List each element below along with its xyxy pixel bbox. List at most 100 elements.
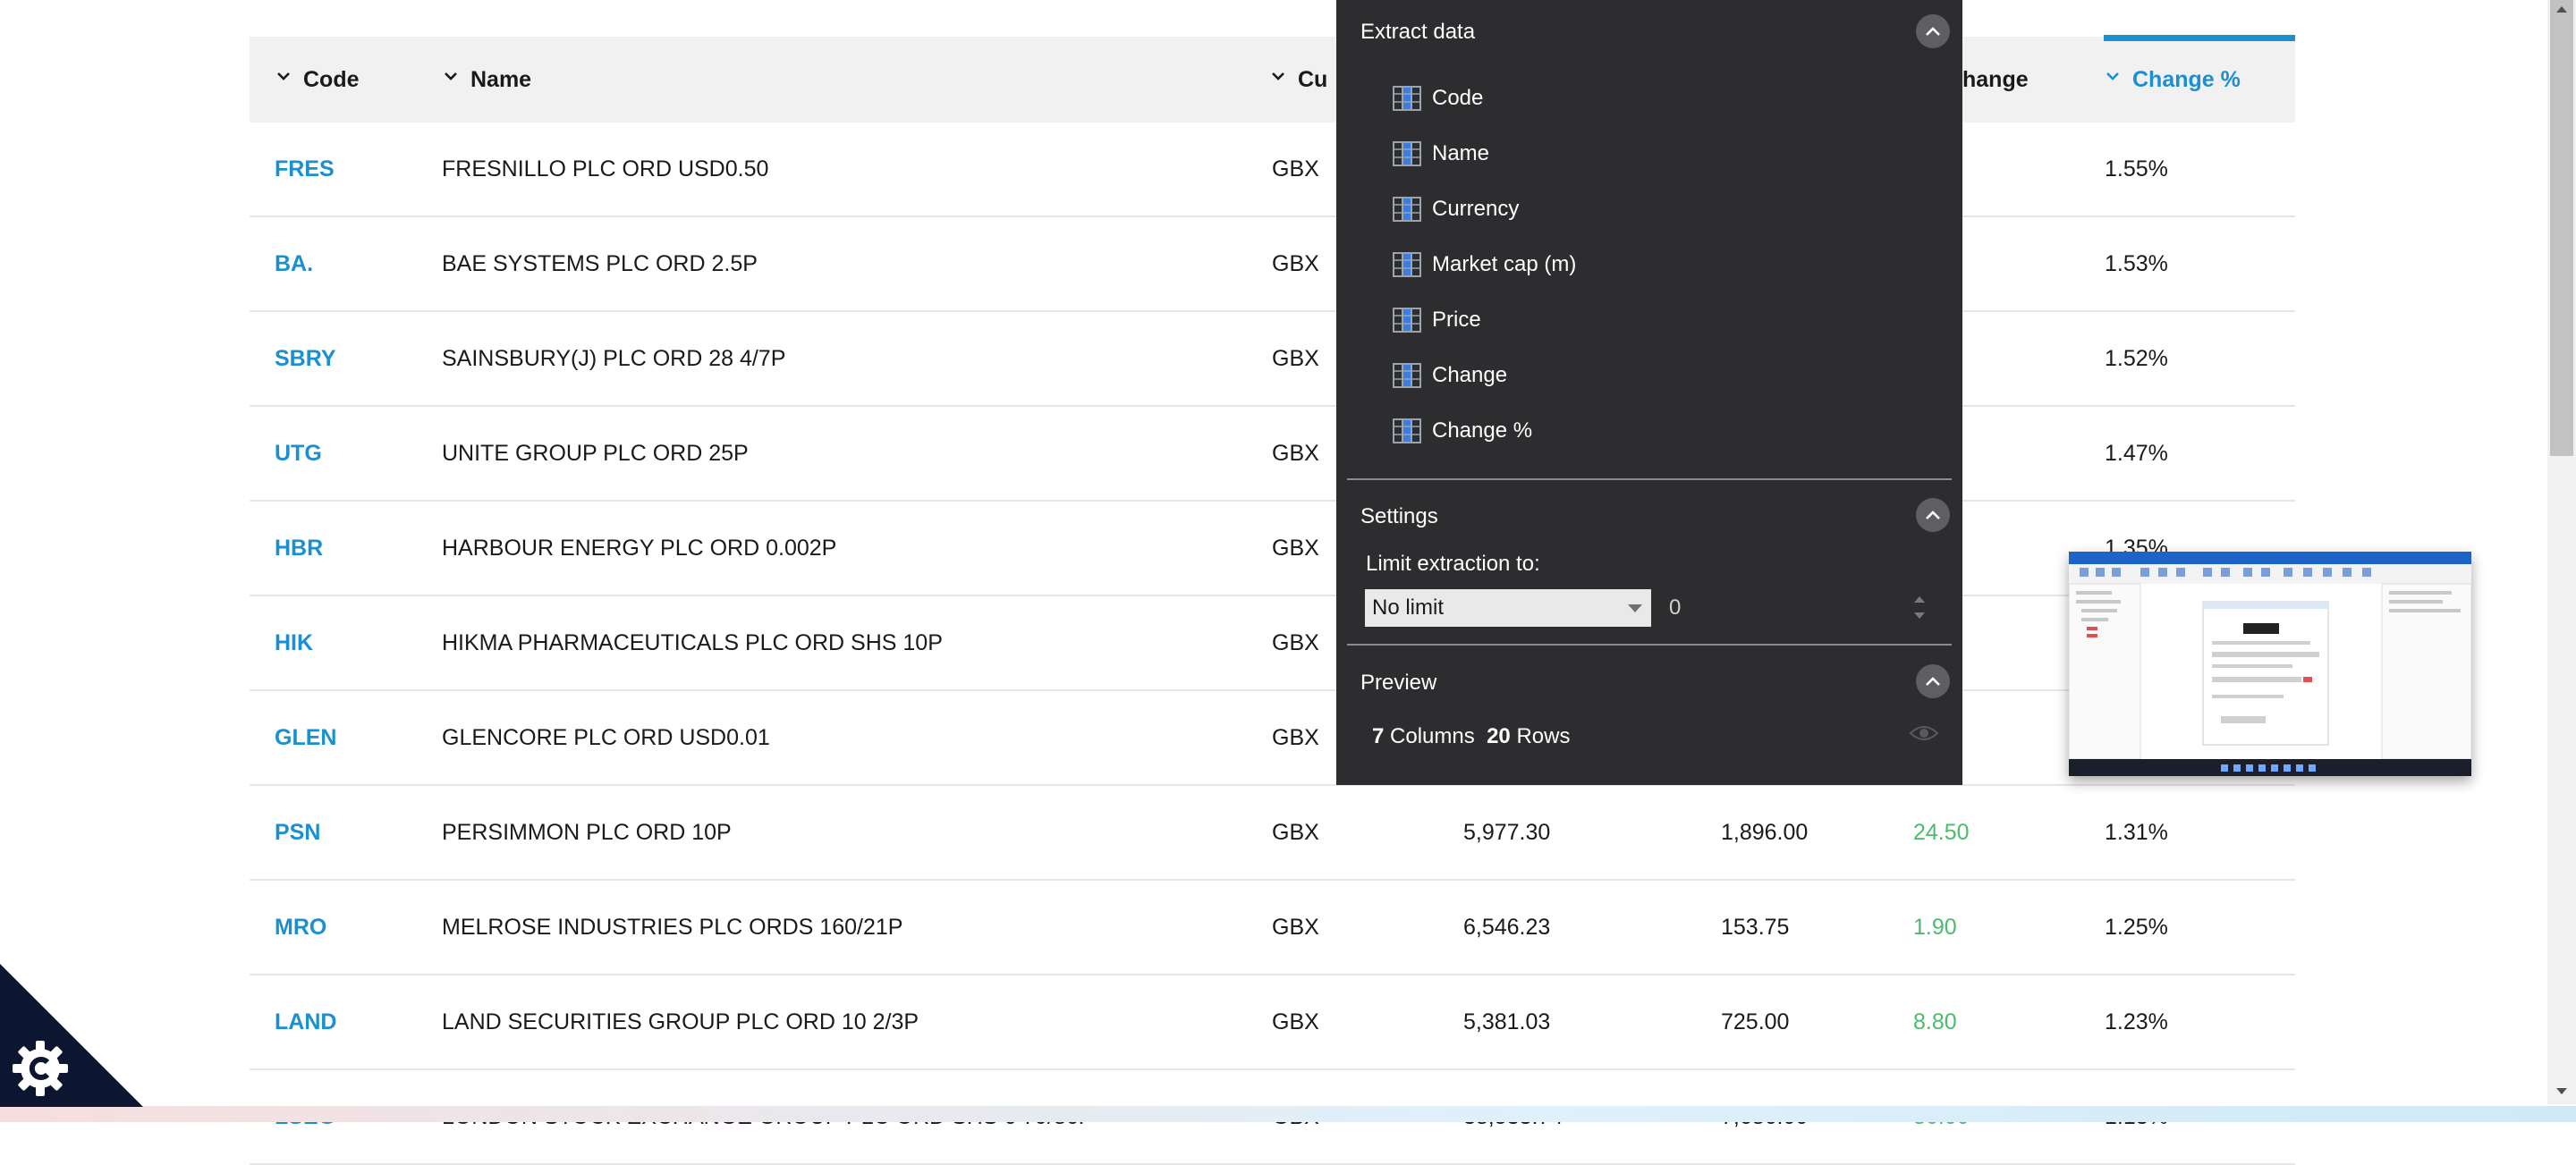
cell-price: 1,896.00	[1721, 820, 1809, 845]
field-label: Price	[1432, 308, 1481, 332]
cell-currency: GBX	[1272, 915, 1319, 940]
field-label: Name	[1432, 141, 1490, 165]
cell-code[interactable]: HBR	[275, 502, 323, 595]
cell-code[interactable]: FRES	[275, 122, 335, 215]
cell-currency: GBX	[1272, 820, 1319, 845]
cell-currency: GBX	[1272, 441, 1319, 466]
limit-select-value: No limit	[1372, 595, 1445, 620]
chevron-down-icon	[1271, 69, 1285, 83]
cell-code[interactable]: GLEN	[275, 691, 336, 784]
column-icon	[1393, 141, 1421, 166]
divider	[1347, 644, 1952, 646]
preview-title: Preview	[1360, 671, 1437, 695]
spin-up-icon[interactable]	[1914, 596, 1925, 603]
cell-name: MELROSE INDUSTRIES PLC ORDS 160/21P	[442, 915, 903, 940]
cell-name: HARBOUR ENERGY PLC ORD 0.002P	[442, 536, 837, 561]
column-header-change-pct[interactable]: Change %	[2106, 37, 2241, 122]
screen-preview-thumbnail[interactable]	[2069, 552, 2471, 776]
cell-currency: GBX	[1272, 725, 1319, 750]
cookie-settings-icon	[13, 1041, 68, 1096]
cell-currency: GBX	[1272, 1009, 1319, 1034]
table-row: PSN PERSIMMON PLC ORD 10P GBX 5,977.30 1,896…	[250, 786, 2295, 881]
cell-code[interactable]: LAND	[275, 975, 336, 1068]
cell-change-pct: 1.55%	[2105, 156, 2168, 182]
preview-columns-label: Columns	[1390, 724, 1475, 748]
chevron-down-icon	[444, 69, 458, 83]
cell-currency: GBX	[1272, 536, 1319, 561]
limit-select[interactable]: No limit	[1365, 589, 1651, 627]
column-icon	[1393, 308, 1421, 333]
cell-code[interactable]: UTG	[275, 407, 322, 500]
scroll-down-arrow-icon[interactable]	[2551, 1085, 2572, 1099]
table-row: UTGUNITE GROUP PLC ORD 25PGBX01.47%	[250, 407, 2295, 502]
eye-icon[interactable]	[1909, 722, 1939, 744]
limit-number-value: 0	[1669, 595, 1682, 620]
limit-number-input[interactable]: 0	[1658, 589, 1934, 627]
table-header: Code Name Cu hange Change %	[250, 35, 2295, 122]
field-item[interactable]: Market cap (m)	[1393, 247, 1576, 283]
column-icon	[1393, 86, 1421, 111]
settings-title: Settings	[1360, 504, 1438, 528]
cell-name: UNITE GROUP PLC ORD 25P	[442, 441, 749, 466]
field-item[interactable]: Change %	[1393, 413, 1532, 449]
table-row: SBRY SAINSBURY(J) PLC ORD 28 4/7P GBX 1.52%	[250, 312, 2295, 407]
cell-name: FRESNILLO PLC ORD USD0.50	[442, 156, 769, 182]
cell-code[interactable]: HIK	[275, 596, 313, 689]
field-item[interactable]: Price	[1393, 302, 1481, 338]
table-row: HIK HIKMA PHARMACEUTICALS PLC ORD SHS 10P…	[250, 596, 2295, 691]
column-icon	[1393, 363, 1421, 388]
field-label: Currency	[1432, 197, 1520, 221]
collapse-up-icon[interactable]	[1916, 664, 1950, 698]
cell-code[interactable]: MRO	[275, 881, 326, 974]
cell-name: PERSIMMON PLC ORD 10P	[442, 820, 732, 845]
cell-change: 1.90	[1913, 915, 1957, 940]
column-header-code[interactable]: Code	[276, 37, 360, 122]
field-label: Market cap (m)	[1432, 252, 1577, 276]
preview-stats: 7 Columns 20 Rows	[1372, 724, 1570, 749]
field-item[interactable]: Change	[1393, 358, 1507, 393]
column-header-name[interactable]: Name	[444, 37, 531, 122]
dropdown-arrow-icon	[1628, 604, 1642, 612]
bottom-strip	[0, 1106, 2576, 1122]
column-header-currency[interactable]: Cu	[1271, 37, 1327, 122]
cell-name: BAE SYSTEMS PLC ORD 2.5P	[442, 251, 758, 276]
cell-change: 8.80	[1913, 1009, 1957, 1034]
cell-name: LAND SECURITIES GROUP PLC ORD 10 2/3P	[442, 1009, 919, 1034]
cell-code[interactable]: PSN	[275, 786, 320, 879]
cell-currency: GBX	[1272, 156, 1319, 182]
cell-change-pct: 1.52%	[2105, 346, 2168, 371]
chevron-down-icon	[276, 69, 291, 83]
field-item[interactable]: Currency	[1393, 191, 1519, 227]
preview-columns-count: 7	[1372, 724, 1385, 748]
collapse-up-icon[interactable]	[1916, 498, 1950, 532]
table-row: BA.BAE SYSTEMS PLC ORD 2.5PGBX01.53%	[250, 217, 2295, 312]
extract-data-panel: Extract data Code Name Currency Market cap …	[1336, 0, 1962, 785]
table-row: MRO MELROSE INDUSTRIES PLC ORDS 160/21P GB…	[250, 881, 2295, 975]
cell-name: GLENCORE PLC ORD USD0.01	[442, 725, 770, 750]
cell-price: 153.75	[1721, 915, 1790, 940]
column-icon	[1393, 252, 1421, 277]
table-row: GLEN GLENCORE PLC ORD USD0.01 GBX	[250, 691, 2295, 786]
scrollbar-thumb[interactable]	[2550, 0, 2573, 456]
spin-down-icon[interactable]	[1914, 612, 1925, 619]
preview-rows-label: Rows	[1516, 724, 1571, 748]
chevron-down-icon	[2106, 69, 2120, 83]
column-icon	[1393, 197, 1421, 222]
field-item[interactable]: Code	[1393, 80, 1483, 116]
field-label: Code	[1432, 86, 1484, 110]
cookie-settings-button[interactable]	[0, 964, 143, 1107]
scroll-up-arrow-icon[interactable]	[2551, 2, 2572, 16]
stock-table: Code Name Cu hange Change % FRES FRESNILL…	[250, 35, 2295, 1165]
cell-currency: GBX	[1272, 251, 1319, 276]
cell-change-pct: 1.25%	[2105, 915, 2168, 940]
cell-code[interactable]: BA.	[275, 217, 313, 310]
cell-code[interactable]: SBRY	[275, 312, 336, 405]
cell-market-cap: 5,381.03	[1463, 1009, 1551, 1034]
cell-change-pct: 1.31%	[2105, 820, 2168, 845]
column-header-change[interactable]: hange	[1962, 37, 2029, 122]
cell-change-pct: 1.23%	[2105, 1009, 2168, 1034]
field-item[interactable]: Name	[1393, 136, 1489, 172]
field-label: Change	[1432, 363, 1508, 387]
collapse-up-icon[interactable]	[1916, 14, 1950, 48]
preview-rows-count: 20	[1487, 724, 1511, 748]
